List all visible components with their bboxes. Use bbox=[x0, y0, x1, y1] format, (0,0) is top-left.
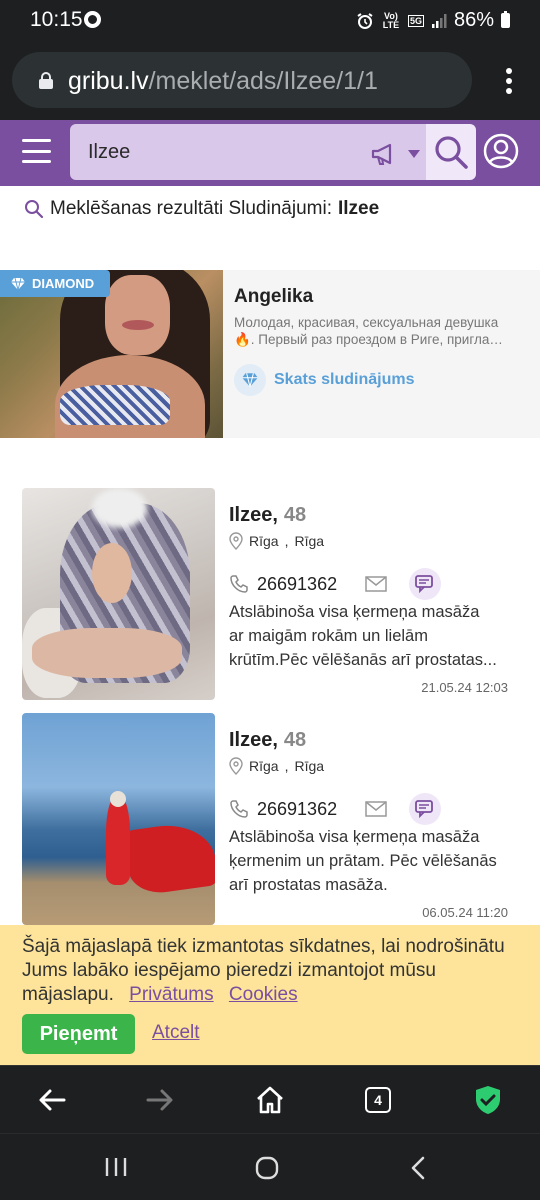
url-text: gribu.lv/meklet/ads/Ilzee/1/1 bbox=[68, 67, 378, 96]
back-icon[interactable] bbox=[410, 1156, 426, 1180]
listing-district: Rīga bbox=[294, 758, 325, 774]
chat-icon[interactable] bbox=[409, 568, 442, 600]
search-results-heading: Meklēšanas rezultāti Sludinājumi: Ilzee bbox=[24, 198, 379, 220]
view-ad-link[interactable]: Skats sludinājums bbox=[234, 364, 415, 396]
chevron-down-icon[interactable] bbox=[408, 150, 420, 158]
listing-description-line: krūtīm.Pēc vēlēšanās arī prostatas... bbox=[229, 651, 497, 669]
address-bar[interactable]: gribu.lv/meklet/ads/Ilzee/1/1 bbox=[12, 52, 472, 108]
battery-percent: 86% bbox=[453, 9, 494, 31]
results-query: Ilzee bbox=[337, 198, 380, 219]
megaphone-icon[interactable] bbox=[370, 142, 398, 166]
listing-title[interactable]: Ilzee, 48 bbox=[229, 504, 306, 527]
diamond-icon bbox=[234, 364, 266, 396]
tabs-button[interactable]: 4 bbox=[362, 1084, 394, 1116]
listing-phone[interactable]: 26691362 bbox=[257, 799, 337, 820]
phone-icon[interactable] bbox=[229, 574, 249, 594]
listing-photo[interactable] bbox=[22, 488, 215, 700]
chrome-icon bbox=[84, 11, 101, 28]
diamond-badge-label: DIAMOND bbox=[32, 276, 95, 291]
url-host: gribu.lv bbox=[68, 67, 149, 95]
listing-contacts: 26691362 bbox=[229, 793, 442, 825]
diamond-icon bbox=[11, 277, 25, 290]
listing-age: 48 bbox=[283, 504, 307, 526]
system-navigation-bar bbox=[0, 1133, 540, 1200]
browser-bottom-bar: 4 bbox=[0, 1065, 540, 1133]
listing-description-line: arī prostatas masāža. bbox=[229, 876, 388, 894]
search-button[interactable] bbox=[426, 124, 476, 180]
listing-district: Rīga bbox=[294, 533, 325, 549]
ad-description-line: Молодая, красивая, сексуальная девушка bbox=[234, 315, 499, 330]
status-icons: Vo) LTE 5G 86% bbox=[356, 9, 510, 32]
network-indicator: 5G bbox=[407, 14, 424, 27]
listing-description-line: ar maigām rokām un lielām bbox=[229, 627, 428, 645]
listing-description-line: Atslābinoša visa ķermeņa masāža bbox=[229, 828, 480, 846]
cookie-message: Šajā mājaslapā tiek izmantotas sīkdatnes… bbox=[22, 935, 522, 1007]
listing-city: Rīga bbox=[249, 758, 279, 774]
results-prefix: Meklēšanas rezultāti Sludinājumi: bbox=[50, 198, 332, 219]
listing-location: Rīga, Rīga bbox=[229, 532, 324, 550]
listing-city: Rīga bbox=[249, 533, 279, 549]
location-pin-icon bbox=[229, 532, 243, 550]
cookie-banner: Šajā mājaslapā tiek izmantotas sīkdatnes… bbox=[0, 925, 540, 1065]
home-button-icon[interactable] bbox=[255, 1156, 279, 1180]
listing-description: Atslābinoša visa ķermeņa masāža ķermenim… bbox=[229, 825, 519, 897]
search-icon bbox=[25, 200, 44, 219]
recent-apps-icon[interactable] bbox=[104, 1156, 128, 1178]
listing-location: Rīga, Rīga bbox=[229, 757, 324, 775]
browser-menu-button[interactable] bbox=[506, 68, 512, 94]
battery-icon bbox=[501, 11, 510, 28]
diamond-ad-card[interactable]: DIAMOND Angelika Молодая, красивая, секс… bbox=[0, 270, 540, 438]
ad-description: Молодая, красивая, сексуальная девушка 🔥… bbox=[234, 314, 516, 348]
browser-toolbar: gribu.lv/meklet/ads/Ilzee/1/1 bbox=[0, 40, 540, 120]
listing-description-line: Atslābinoša visa ķermeņa masāža bbox=[229, 603, 480, 621]
status-bar: 10:15 Vo) LTE 5G 86% bbox=[0, 0, 540, 40]
cancel-cookies-link[interactable]: Atcelt bbox=[152, 1022, 200, 1044]
signal-icon bbox=[431, 13, 447, 28]
listing-card[interactable]: Ilzee, 48 Rīga, Rīga 26691362 Atslābinoša… bbox=[22, 488, 518, 700]
home-icon[interactable] bbox=[254, 1084, 286, 1116]
search-icon bbox=[435, 136, 468, 169]
back-arrow-icon[interactable] bbox=[36, 1084, 68, 1116]
listing-contacts: 26691362 bbox=[229, 568, 442, 600]
location-pin-icon bbox=[229, 757, 243, 775]
listing-photo[interactable] bbox=[22, 713, 215, 925]
lock-icon bbox=[39, 72, 53, 89]
cookies-link[interactable]: Cookies bbox=[229, 984, 298, 1005]
diamond-badge: DIAMOND bbox=[0, 270, 110, 297]
ad-name[interactable]: Angelika bbox=[234, 286, 313, 308]
phone-icon[interactable] bbox=[229, 799, 249, 819]
menu-icon[interactable] bbox=[22, 139, 51, 163]
shield-icon[interactable] bbox=[472, 1084, 504, 1116]
volte-indicator: Vo) LTE bbox=[382, 10, 400, 30]
search-input[interactable]: Ilzee bbox=[70, 124, 426, 180]
ad-description-line: 🔥. Первый раз проездом в Риге, пригла… bbox=[234, 332, 503, 347]
url-path: /meklet/ads/Ilzee/1/1 bbox=[148, 67, 378, 95]
listing-name: Ilzee, bbox=[229, 504, 278, 526]
view-ad-label: Skats sludinājums bbox=[274, 371, 415, 388]
user-profile-icon[interactable] bbox=[483, 133, 519, 169]
alarm-icon bbox=[357, 12, 373, 29]
mail-icon[interactable] bbox=[365, 801, 387, 817]
accept-cookies-button[interactable]: Pieņemt bbox=[22, 1014, 135, 1054]
privacy-link[interactable]: Privātums bbox=[129, 984, 213, 1005]
listing-age: 48 bbox=[283, 729, 307, 751]
listing-name: Ilzee, bbox=[229, 729, 278, 751]
chat-icon[interactable] bbox=[409, 793, 442, 825]
listing-title[interactable]: Ilzee, 48 bbox=[229, 729, 306, 752]
listing-phone[interactable]: 26691362 bbox=[257, 574, 337, 595]
site-header: Ilzee bbox=[0, 120, 540, 186]
listing-description-line: ķermenim un prātam. Pēc vēlēšanās bbox=[229, 852, 497, 870]
listing-description: Atslābinoša visa ķermeņa masāža ar maigā… bbox=[229, 600, 519, 672]
mail-icon[interactable] bbox=[365, 576, 387, 592]
status-time: 10:15 bbox=[30, 8, 83, 31]
listing-date: 06.05.24 11:20 bbox=[422, 905, 508, 920]
tab-count: 4 bbox=[365, 1087, 391, 1113]
forward-arrow-icon[interactable] bbox=[144, 1084, 176, 1116]
listing-card[interactable]: Ilzee, 48 Rīga, Rīga 26691362 Atslābinoša… bbox=[22, 713, 518, 925]
search-input-value: Ilzee bbox=[88, 141, 131, 163]
listing-date: 21.05.24 12:03 bbox=[421, 680, 508, 695]
